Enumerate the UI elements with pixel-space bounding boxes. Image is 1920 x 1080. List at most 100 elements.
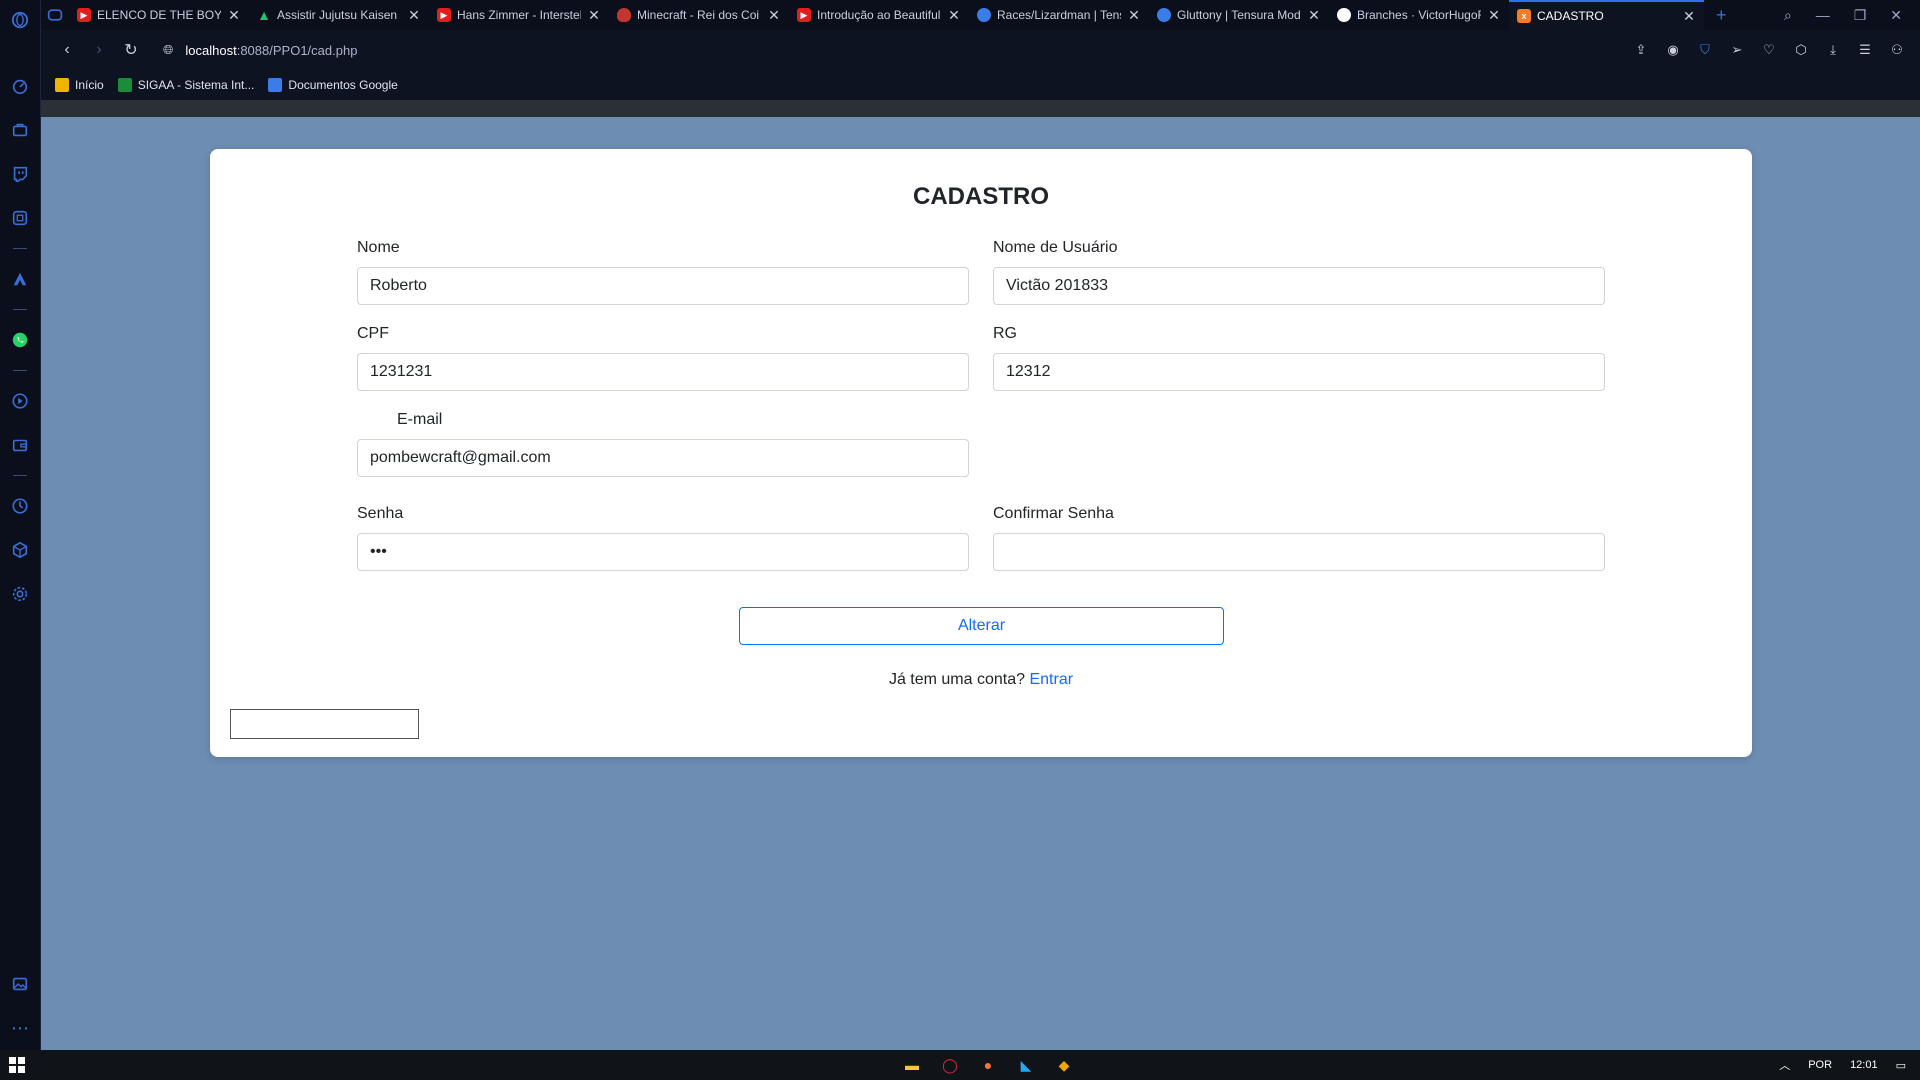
senha-input[interactable]: •••: [357, 533, 969, 571]
tab-title: CADASTRO: [1537, 9, 1604, 23]
back-arrow-icon[interactable]: ‹: [51, 41, 83, 59]
bookmark-google-docs[interactable]: Documentos Google: [268, 78, 398, 92]
sidebar-separator: [13, 370, 27, 371]
tab-gluttony[interactable]: Gluttony | Tensura Mod ✕: [1149, 0, 1329, 30]
opera-logo-icon[interactable]: [0, 0, 41, 40]
vpn-shield-icon[interactable]: ⛉: [1696, 42, 1714, 58]
snapshot-camera-icon[interactable]: ◉: [1664, 42, 1682, 58]
tab-beautifulsoup[interactable]: ▶ Introdução ao Beautiful ✕: [789, 0, 969, 30]
page-top-strip: [41, 100, 1920, 117]
youtube-icon: ▶: [797, 8, 811, 22]
bookmark-label: Documentos Google: [288, 78, 398, 92]
bookmark-inicio[interactable]: Início: [55, 78, 104, 92]
tab-title: Minecraft - Rei dos Coi: [637, 8, 760, 22]
firefox-icon[interactable]: ●: [976, 1053, 1000, 1077]
download-icon[interactable]: ⤓: [1824, 42, 1842, 58]
bookmark-label: SIGAA - Sistema Int...: [137, 78, 255, 92]
usuario-field-group: Nome de Usuário Victão 201833: [993, 239, 1605, 305]
usuario-input[interactable]: Victão 201833: [993, 267, 1605, 305]
tab-minecraft[interactable]: Minecraft - Rei dos Coi ✕: [609, 0, 789, 30]
wallet-icon[interactable]: [0, 423, 41, 467]
tab-title: Hans Zimmer - Interstel: [457, 8, 581, 22]
share-icon[interactable]: ⇪: [1632, 42, 1650, 58]
tray-chevron-up-icon[interactable]: ︿: [1779, 1057, 1790, 1073]
easy-setup-icon[interactable]: ☰: [1856, 42, 1874, 58]
extensions-icon[interactable]: ⬡: [1792, 42, 1810, 58]
new-tab-plus-icon[interactable]: +: [1704, 5, 1739, 26]
close-tab-icon[interactable]: ✕: [587, 7, 601, 24]
player-icon[interactable]: [0, 379, 41, 423]
youtube-icon: ▶: [437, 8, 451, 22]
tab-workspace-icon[interactable]: [41, 7, 69, 23]
url-path: :8088/PPO1/cad.php: [236, 42, 358, 58]
heart-icon[interactable]: ♡: [1760, 42, 1778, 58]
restore-icon[interactable]: ❐: [1854, 7, 1867, 24]
tab-cadastro[interactable]: x CADASTRO ✕: [1509, 0, 1704, 30]
send-icon[interactable]: ➢: [1728, 42, 1746, 58]
tab-title: Branches · VictorHugoR: [1357, 8, 1481, 22]
nome-input[interactable]: Roberto: [357, 267, 969, 305]
page-content: CADASTRO Nome Roberto Nome de Usuário Vi…: [41, 117, 1920, 1050]
whatsapp-icon[interactable]: [0, 318, 41, 362]
url-field[interactable]: 🌐︎ localhost:8088/PPO1/cad.php: [163, 42, 357, 58]
close-tab-icon[interactable]: ✕: [947, 7, 961, 24]
aria-icon[interactable]: [0, 257, 41, 301]
tab-elenco-the-boys[interactable]: ▶ ELENCO DE THE BOYS P ✕: [69, 0, 249, 30]
cpf-label: CPF: [357, 325, 389, 342]
twitch-icon[interactable]: [0, 152, 41, 196]
language-indicator[interactable]: POR: [1808, 1059, 1832, 1071]
tab-title: Introdução ao Beautiful: [817, 8, 941, 22]
bookmarks-bar: Início SIGAA - Sistema Int... Documentos…: [41, 70, 1920, 100]
tab-title: ELENCO DE THE BOYS P: [97, 8, 221, 22]
extensions-cube-icon[interactable]: [0, 528, 41, 572]
cpf-input[interactable]: 1231231: [357, 353, 969, 391]
search-tabs-icon[interactable]: ⌕: [1784, 7, 1792, 24]
close-tab-icon[interactable]: ✕: [1487, 7, 1501, 24]
more-dots-icon[interactable]: ⋯: [0, 1006, 41, 1050]
senha-label: Senha: [357, 505, 404, 522]
google-docs-icon: [268, 78, 283, 92]
tab-branches-github[interactable]: Branches · VictorHugoR ✕: [1329, 0, 1509, 30]
close-tab-icon[interactable]: ✕: [407, 7, 421, 24]
tab-lizardman[interactable]: Races/Lizardman | Tens ✕: [969, 0, 1149, 30]
windows-start-icon[interactable]: [0, 1057, 34, 1073]
profile-icon[interactable]: ⚇: [1888, 42, 1906, 58]
gx-corner-icon[interactable]: [0, 196, 41, 240]
history-icon[interactable]: [0, 484, 41, 528]
close-tab-icon[interactable]: ✕: [1307, 7, 1321, 24]
clock[interactable]: 12:01: [1850, 1059, 1878, 1071]
git-icon[interactable]: ◆: [1052, 1053, 1076, 1077]
vscode-icon[interactable]: ◣: [1014, 1053, 1038, 1077]
speed-dial-icon[interactable]: [0, 64, 41, 108]
bookmark-sigaa[interactable]: SIGAA - Sistema Int...: [117, 78, 255, 92]
close-window-icon[interactable]: ✕: [1890, 7, 1902, 24]
rg-input[interactable]: 12312: [993, 353, 1605, 391]
briefcase-icon[interactable]: [0, 108, 41, 152]
minimize-icon[interactable]: —: [1816, 7, 1830, 24]
settings-gear-icon[interactable]: [0, 572, 41, 616]
browser-sidebar: ⋯: [0, 0, 41, 1050]
notifications-icon[interactable]: ▭: [1896, 1059, 1906, 1072]
email-label: E-mail: [397, 411, 443, 428]
tab-bar: ▶ ELENCO DE THE BOYS P ✕ ▲ Assistir Juju…: [41, 0, 1920, 30]
usuario-label: Nome de Usuário: [993, 239, 1118, 256]
close-tab-icon[interactable]: ✕: [1682, 8, 1696, 25]
opera-gx-taskbar-icon[interactable]: ◯: [938, 1053, 962, 1077]
image-gallery-icon[interactable]: [0, 962, 41, 1006]
reload-icon[interactable]: ↻: [115, 40, 147, 60]
entrar-link[interactable]: Entrar: [1029, 671, 1073, 688]
wiki-icon: [1157, 8, 1171, 22]
confirmar-senha-input[interactable]: [993, 533, 1605, 571]
close-tab-icon[interactable]: ✕: [227, 7, 241, 24]
page-title: CADASTRO: [913, 183, 1049, 210]
rg-field-group: RG 12312: [993, 325, 1605, 391]
tab-jujutsu-kaisen[interactable]: ▲ Assistir Jujutsu Kaisen 2 ✕: [249, 0, 429, 30]
tab-hans-zimmer[interactable]: ▶ Hans Zimmer - Interstel ✕: [429, 0, 609, 30]
alterar-button[interactable]: Alterar: [739, 607, 1224, 645]
forward-arrow-icon[interactable]: ›: [83, 41, 115, 59]
close-tab-icon[interactable]: ✕: [767, 7, 781, 24]
file-explorer-icon[interactable]: ▬: [900, 1053, 924, 1077]
email-input[interactable]: pombewcraft@gmail.com: [357, 439, 969, 477]
sidebar-separator: [13, 248, 27, 249]
close-tab-icon[interactable]: ✕: [1127, 7, 1141, 24]
